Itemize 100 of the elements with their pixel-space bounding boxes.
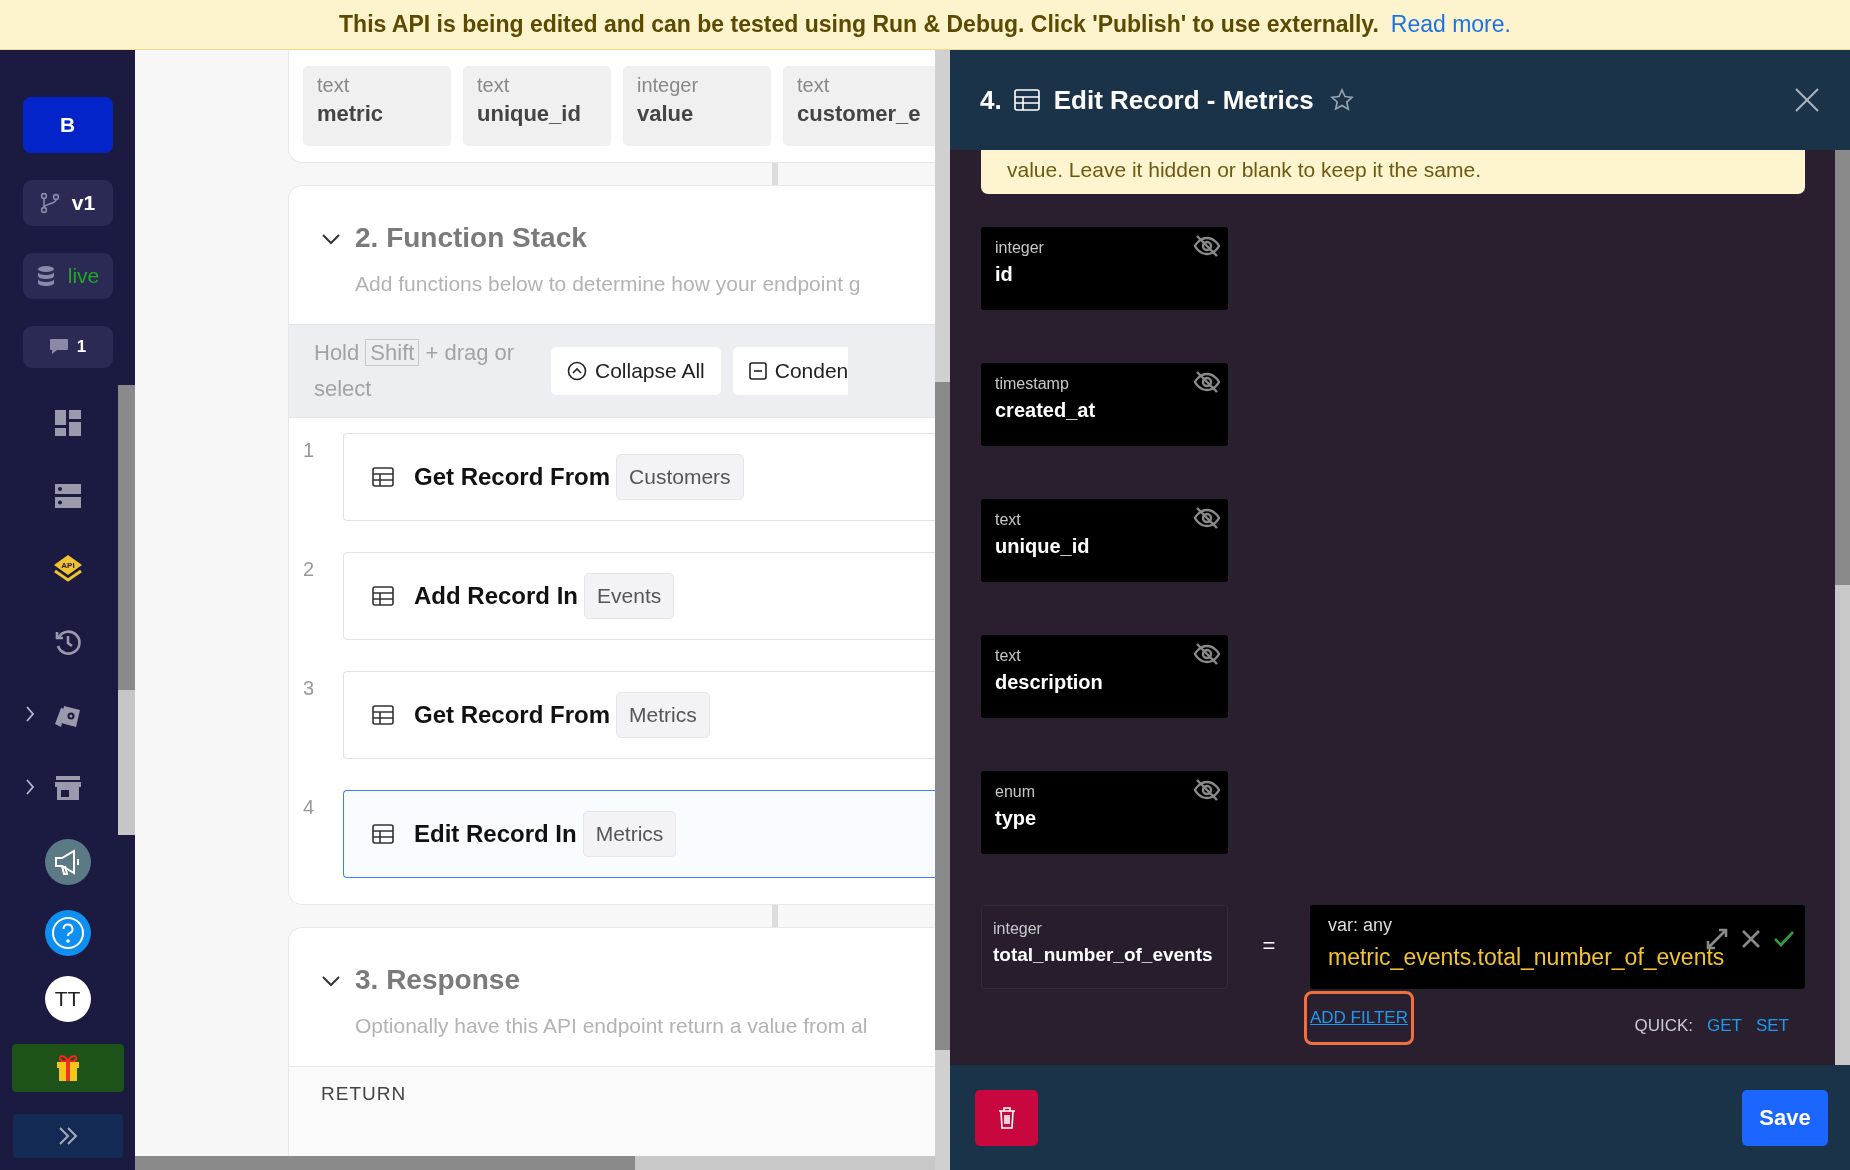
comments-button[interactable]: 1 <box>22 326 113 368</box>
table-tag: Metrics <box>616 692 710 738</box>
chevron-right-icon[interactable] <box>25 778 35 796</box>
clear-icon[interactable] <box>1741 929 1761 949</box>
step-action: Get Record From <box>414 463 611 491</box>
step-number: 4 <box>303 795 316 820</box>
field-card[interactable]: enum type <box>981 771 1228 854</box>
condense-button[interactable]: Conden <box>732 347 849 395</box>
star-icon[interactable] <box>1329 88 1354 112</box>
database-icon <box>35 265 56 287</box>
section-description: Add functions below to determine how your endpoint g <box>355 272 861 296</box>
chevron-right-icon[interactable] <box>25 705 35 723</box>
history-icon <box>53 627 82 656</box>
table-icon <box>372 586 394 606</box>
section-title: 3. Response <box>355 964 521 996</box>
field-name: customer_e <box>797 101 922 127</box>
table-tag: Customers <box>616 454 744 500</box>
field-name: value <box>637 101 695 127</box>
equals-sign: = <box>1261 932 1277 960</box>
value-type: var: any <box>1328 915 1394 936</box>
scrollbar-thumb[interactable] <box>1835 150 1850 585</box>
eye-slash-icon[interactable] <box>1194 235 1220 257</box>
circle-chevron-up-icon <box>567 361 587 381</box>
field-type: text <box>995 647 1021 665</box>
table-icon <box>372 824 394 844</box>
comment-icon <box>48 338 69 356</box>
section-title: 2. Function Stack <box>355 222 588 254</box>
field-name: created_at <box>995 399 1097 422</box>
help-button[interactable] <box>44 910 91 956</box>
add-filter-link[interactable]: ADD FILTER <box>1304 991 1414 1045</box>
scrollbar-thumb[interactable] <box>935 382 950 1050</box>
gift-button[interactable] <box>11 1044 124 1092</box>
function-step[interactable]: Add Record In Events <box>343 552 935 640</box>
datasource-button[interactable]: live <box>22 253 113 299</box>
eye-slash-icon[interactable] <box>1194 643 1220 665</box>
eye-slash-icon[interactable] <box>1194 779 1220 801</box>
dashboard-icon <box>53 408 82 437</box>
field-name: id <box>995 263 1014 286</box>
user-avatar[interactable]: TT <box>44 976 91 1022</box>
trash-icon <box>997 1106 1016 1129</box>
double-chevron-icon <box>56 1126 79 1146</box>
field-type: text <box>797 74 831 97</box>
scrollbar-thumb[interactable] <box>118 385 135 690</box>
step-number: 1 <box>303 438 316 463</box>
function-step[interactable]: Get Record From Metrics <box>343 671 935 759</box>
value-text: metric_events.total_number_of_events <box>1328 944 1726 971</box>
field-card[interactable]: text unique_id <box>981 499 1228 582</box>
field-name: total_number_of_events <box>993 944 1214 966</box>
field-card[interactable]: integer total_number_of_events <box>981 905 1228 989</box>
field-type: enum <box>995 783 1036 801</box>
scrollbar-thumb[interactable] <box>135 1156 635 1170</box>
field-type: text <box>995 511 1021 529</box>
function-step[interactable]: Get Record From Customers <box>343 433 935 521</box>
chevron-down-icon[interactable] <box>321 233 341 245</box>
field-name: metric <box>317 101 385 127</box>
close-icon[interactable] <box>1794 87 1820 113</box>
save-button[interactable]: Save <box>1742 1089 1828 1146</box>
field-name: unique_id <box>995 535 1091 558</box>
delete-button[interactable] <box>975 1089 1038 1146</box>
field-name: type <box>995 807 1038 830</box>
step-action: Add Record In <box>414 582 578 610</box>
field-card[interactable]: text description <box>981 635 1228 718</box>
announcements-button[interactable] <box>44 839 91 885</box>
store-icon <box>53 774 82 801</box>
field-name: description <box>995 671 1104 694</box>
read-more-link[interactable]: Read more. <box>1390 11 1511 38</box>
quick-action-link[interactable]: SET <box>1755 1016 1789 1036</box>
table-tag: Metrics <box>582 811 677 857</box>
field-card[interactable]: timestamp created_at <box>981 363 1228 446</box>
field-type: timestamp <box>995 375 1069 393</box>
function-step[interactable]: Edit Record In Metrics <box>343 790 935 878</box>
nav-item[interactable]: API <box>42 541 93 596</box>
field-type: integer <box>637 74 700 97</box>
eye-slash-icon[interactable] <box>1194 507 1220 529</box>
quick-label: QUICK: <box>1634 1016 1693 1036</box>
step-number: 3 <box>303 676 316 701</box>
step-action: Edit Record In <box>414 820 577 848</box>
quick-action-link[interactable]: GET <box>1707 1016 1742 1036</box>
collapse-all-button[interactable]: Collapse All <box>551 347 721 395</box>
server-icon <box>53 482 82 509</box>
workspace-button[interactable]: B <box>22 97 113 153</box>
field-type: integer <box>995 239 1044 257</box>
field-name: unique_id <box>477 101 582 127</box>
field-type: text <box>477 74 511 97</box>
branch-icon <box>39 192 60 214</box>
drag-hint: Hold Shift + drag or select <box>314 338 516 403</box>
field-card[interactable]: integer id <box>981 227 1228 310</box>
return-label: RETURN <box>321 1083 407 1104</box>
table-icon <box>372 705 394 725</box>
gift-icon <box>54 1054 81 1082</box>
chevron-down-icon[interactable] <box>321 975 341 987</box>
help-icon <box>50 916 85 950</box>
value-field[interactable]: var: any metric_events.total_number_of_events <box>1310 905 1805 989</box>
field-type: integer <box>993 920 1042 938</box>
branch-button[interactable]: v1 <box>22 180 113 226</box>
section-description: Optionally have this API endpoint return a value from al <box>355 1014 868 1038</box>
notice-text: This API is being edited and can be tested using Run & Debug. Click 'Publish' to use externally. <box>339 11 1379 38</box>
table-icon <box>372 467 394 487</box>
panel-title: Edit Record - Metrics <box>1053 84 1314 116</box>
eye-slash-icon[interactable] <box>1194 371 1220 393</box>
